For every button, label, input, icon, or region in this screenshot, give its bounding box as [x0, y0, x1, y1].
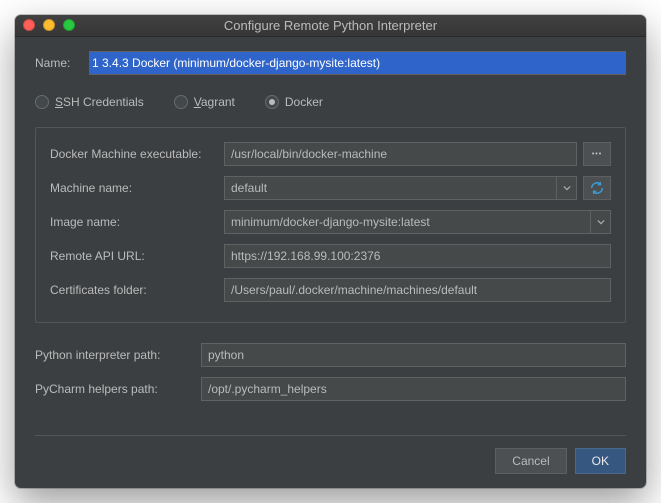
api-input[interactable]	[224, 244, 611, 268]
titlebar: Configure Remote Python Interpreter	[15, 15, 646, 37]
name-input-value: 1 3.4.3 Docker (minimum/docker-django-my…	[90, 52, 625, 74]
connection-type-radios: SSH Credentials Vagrant Docker	[35, 95, 626, 109]
minimize-icon[interactable]	[43, 19, 55, 31]
radio-icon	[174, 95, 188, 109]
chevron-down-icon	[590, 211, 610, 233]
close-icon[interactable]	[23, 19, 35, 31]
interp-label: Python interpreter path:	[35, 348, 195, 362]
radio-docker-label: Docker	[285, 95, 323, 109]
image-label: Image name:	[50, 215, 218, 229]
refresh-button[interactable]	[583, 176, 611, 200]
cert-input[interactable]	[224, 278, 611, 302]
exec-input[interactable]	[224, 142, 577, 166]
dialog-window: Configure Remote Python Interpreter Name…	[15, 15, 646, 488]
image-value: minimum/docker-django-mysite:latest	[231, 215, 430, 229]
machine-value: default	[231, 181, 267, 195]
machine-label: Machine name:	[50, 181, 218, 195]
radio-ssh[interactable]: SSH Credentials	[35, 95, 144, 109]
docker-settings-panel: Docker Machine executable: ••• Machine n…	[35, 127, 626, 323]
image-combo[interactable]: minimum/docker-django-mysite:latest	[224, 210, 611, 234]
chevron-down-icon	[556, 177, 576, 199]
radio-vagrant[interactable]: Vagrant	[174, 95, 235, 109]
helpers-label: PyCharm helpers path:	[35, 382, 195, 396]
name-label: Name:	[35, 56, 83, 70]
cancel-button[interactable]: Cancel	[495, 448, 566, 474]
machine-combo[interactable]: default	[224, 176, 577, 200]
name-input[interactable]: 1 3.4.3 Docker (minimum/docker-django-my…	[89, 51, 626, 75]
exec-label: Docker Machine executable:	[50, 147, 218, 161]
radio-icon	[35, 95, 49, 109]
window-title: Configure Remote Python Interpreter	[224, 18, 437, 33]
dialog-footer: Cancel OK	[35, 435, 626, 474]
dialog-content: Name: 1 3.4.3 Docker (minimum/docker-dja…	[15, 37, 646, 488]
api-label: Remote API URL:	[50, 249, 218, 263]
cert-label: Certificates folder:	[50, 283, 218, 297]
interp-input[interactable]	[201, 343, 626, 367]
helpers-input[interactable]	[201, 377, 626, 401]
window-controls	[23, 19, 75, 31]
radio-docker[interactable]: Docker	[265, 95, 323, 109]
zoom-icon[interactable]	[63, 19, 75, 31]
browse-exec-button[interactable]: •••	[583, 142, 611, 166]
ok-button[interactable]: OK	[575, 448, 626, 474]
radio-icon	[265, 95, 279, 109]
